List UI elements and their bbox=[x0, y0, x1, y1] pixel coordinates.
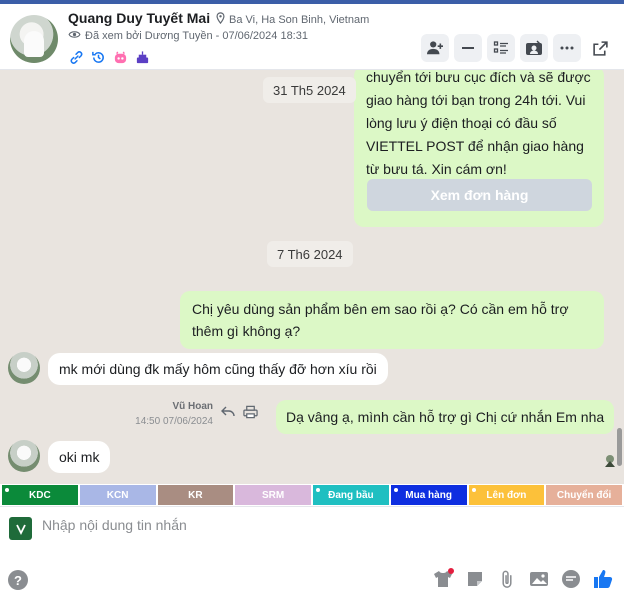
avatar bbox=[8, 352, 40, 384]
header-actions bbox=[421, 34, 614, 62]
tag-mua-hàng[interactable]: Mua hàng bbox=[390, 485, 467, 505]
like-icon[interactable] bbox=[592, 568, 614, 590]
attachment-icon[interactable] bbox=[496, 568, 518, 590]
tag-label: KR bbox=[188, 489, 203, 501]
avatar[interactable] bbox=[10, 15, 58, 63]
header-quick-icons bbox=[68, 49, 150, 65]
message-time: 14:50 07/06/2024 bbox=[135, 416, 213, 427]
outgoing-message[interactable]: Chị yêu dùng sản phẩm bên em sao rồi ạ? … bbox=[180, 291, 604, 349]
tag-bar: KDC KCN KR SRM Đang bầu Mua hàng Lên đơn Chuyển… bbox=[0, 484, 624, 506]
tag-kr[interactable]: KR bbox=[157, 485, 234, 505]
contact-card-icon bbox=[526, 40, 542, 55]
contact-name[interactable]: Quang Duy Tuyết Mai bbox=[68, 10, 210, 26]
tag-lên-đơn[interactable]: Lên đơn bbox=[468, 485, 545, 505]
tag-indicator-dot bbox=[316, 488, 320, 492]
external-link-icon bbox=[592, 40, 608, 56]
avatar bbox=[8, 440, 40, 472]
date-separator: 31 Th5 2024 bbox=[263, 77, 356, 103]
more-button[interactable] bbox=[553, 34, 581, 62]
seen-avatar bbox=[604, 454, 616, 468]
tag-chuyển-đổi[interactable]: Chuyển đổi bbox=[546, 485, 622, 505]
tag-indicator-dot bbox=[471, 488, 476, 492]
incoming-message[interactable]: mk mới dùng đk mấy hôm cũng thấy đỡ hơn … bbox=[48, 353, 388, 385]
location-icon bbox=[215, 12, 226, 27]
tag-label: Lên đơn bbox=[486, 489, 527, 501]
message-composer: Nhập nội dung tin nhắn ? bbox=[0, 506, 624, 595]
tag-label: Mua hàng bbox=[405, 489, 452, 501]
add-person-button[interactable] bbox=[421, 34, 449, 62]
tag-label: KDC bbox=[29, 489, 51, 501]
tag-đang-bầu[interactable]: Đang bầu bbox=[313, 485, 389, 505]
sticker-icon[interactable] bbox=[464, 568, 486, 590]
tshirt-icon[interactable] bbox=[432, 568, 454, 590]
external-link-button[interactable] bbox=[586, 34, 614, 62]
more-icon bbox=[560, 46, 574, 50]
list-button[interactable] bbox=[487, 34, 515, 62]
location-text: Ba Vi, Ha Son Binh, Vietnam bbox=[229, 13, 370, 26]
tag-label: SRM bbox=[262, 489, 285, 501]
mascot-icon[interactable] bbox=[112, 49, 128, 65]
tag-srm[interactable]: SRM bbox=[235, 485, 311, 505]
tag-indicator-dot bbox=[5, 488, 9, 492]
contact-card-button[interactable] bbox=[520, 34, 548, 62]
tag-indicator-dot bbox=[393, 488, 398, 492]
message-list[interactable]: chuyển tới bưu cục đích và sẽ được giao … bbox=[0, 70, 624, 484]
tag-kcn[interactable]: KCN bbox=[79, 485, 156, 505]
location-info: Ba Vi, Ha Son Binh, Vietnam bbox=[215, 12, 369, 27]
print-icon[interactable] bbox=[241, 403, 259, 421]
image-icon[interactable] bbox=[528, 568, 550, 590]
history-icon[interactable] bbox=[90, 49, 106, 65]
composer-tools bbox=[432, 568, 614, 590]
list-icon bbox=[493, 41, 508, 54]
sender-name: Vũ Hoan bbox=[172, 401, 213, 412]
tag-label: Đang bầu bbox=[328, 489, 374, 501]
reply-icon[interactable] bbox=[219, 403, 237, 421]
incoming-message[interactable]: oki mk bbox=[48, 441, 111, 473]
message-input[interactable]: Nhập nội dung tin nhắn bbox=[42, 517, 187, 533]
order-notification-text: chuyển tới bưu cục đích và sẽ được giao … bbox=[366, 70, 591, 177]
minimize-icon bbox=[462, 47, 474, 49]
order-notification-card: chuyển tới bưu cục đích và sẽ được giao … bbox=[354, 70, 604, 227]
help-icon[interactable]: ? bbox=[8, 570, 28, 590]
quick-reply-icon[interactable] bbox=[560, 568, 582, 590]
message-meta: Vũ Hoan 14:50 07/06/2024 bbox=[110, 400, 213, 428]
eye-icon bbox=[68, 30, 81, 42]
seen-status: Đã xem bởi Dương Tuyền - 07/06/2024 18:3… bbox=[68, 30, 308, 42]
page-logo bbox=[9, 517, 32, 540]
minimize-button[interactable] bbox=[454, 34, 482, 62]
tag-label: KCN bbox=[106, 489, 129, 501]
date-separator: 7 Th6 2024 bbox=[267, 241, 353, 267]
view-order-button[interactable]: Xem đơn hàng bbox=[367, 179, 592, 211]
link-icon[interactable] bbox=[68, 49, 84, 65]
message-actions bbox=[219, 403, 259, 421]
tag-label: Chuyển đổi bbox=[556, 489, 612, 501]
conversation-header: Quang Duy Tuyết Mai Ba Vi, Ha Son Binh, … bbox=[0, 4, 624, 70]
outgoing-message[interactable]: Dạ vâng ạ, mình cần hỗ trợ gì Chị cứ nhắ… bbox=[276, 400, 615, 434]
tag-kdc[interactable]: KDC bbox=[2, 485, 78, 505]
add-person-icon bbox=[427, 41, 443, 55]
seen-text: Đã xem bởi Dương Tuyền - 07/06/2024 18:3… bbox=[85, 30, 308, 42]
chat-scrollbar[interactable] bbox=[617, 428, 622, 466]
cake-icon[interactable] bbox=[134, 49, 150, 65]
